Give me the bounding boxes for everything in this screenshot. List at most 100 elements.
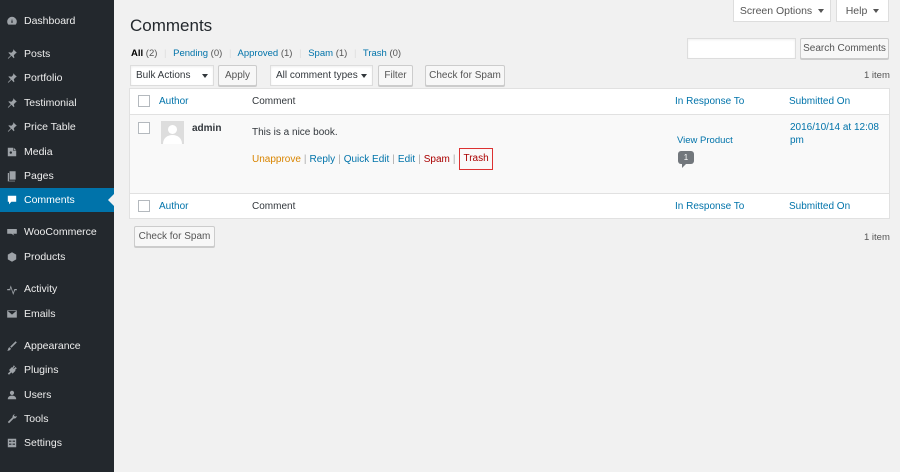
search-comments-button[interactable]: Search Comments [800,38,889,59]
filter-button[interactable]: Filter [378,65,413,86]
items-count: 1 item [864,70,890,81]
edit-link[interactable]: Edit [398,154,415,165]
sidebar-item-media[interactable]: Media [0,140,114,164]
sidebar-item-emails[interactable]: Emails [0,302,114,326]
reply-link[interactable]: Reply [310,154,336,165]
check-for-spam-button-bottom[interactable]: Check for Spam [134,226,215,247]
email-icon [0,308,24,320]
sidebar-item-testimonial[interactable]: Testimonial [0,91,114,115]
pin-icon [0,72,24,84]
submitted-date-link[interactable]: 2016/10/14 at 12:08 pm [790,121,885,147]
screen-options-label: Screen Options [739,4,813,17]
screen-options-button[interactable]: Screen Options [733,0,831,22]
sidebar-item-dashboard[interactable]: Dashboard [0,9,114,33]
filter-trash[interactable]: Trash [363,48,387,59]
sidebar-item-activity[interactable]: Activity [0,277,114,301]
trash-link[interactable]: Trash [459,148,493,170]
comment-count-bubble[interactable]: 1 [678,151,694,168]
column-comment: Comment [252,201,296,212]
pin-icon [0,48,24,60]
bulk-actions-select[interactable]: Bulk Actions [130,65,214,86]
wrench-icon [0,413,24,425]
comment-author-name: admin [192,123,222,134]
chevron-down-icon [873,8,880,13]
help-label: Help [845,4,868,17]
sidebar-item-label: Media [24,146,53,158]
filter-approved[interactable]: Approved [238,48,279,59]
pages-icon [0,170,24,182]
row-checkbox[interactable] [138,122,150,134]
search-input[interactable] [687,38,796,59]
column-in-response-to[interactable]: In Response To [675,201,744,212]
sidebar-item-comments[interactable]: Comments [0,188,114,212]
sidebar-item-woocommerce[interactable]: WooCommerce [0,220,114,244]
filter-separator: | [353,48,357,59]
sidebar-item-tools[interactable]: Tools [0,407,114,431]
comment-type-select[interactable]: All comment types [270,65,373,86]
table-header: Author Comment In Response To Submitted … [130,89,889,115]
sidebar-item-label: Tools [24,413,49,425]
comments-table: Author Comment In Response To Submitted … [129,88,890,219]
avatar [161,121,184,144]
table-footer: Author Comment In Response To Submitted … [130,193,889,219]
sidebar-item-label: Appearance [24,340,81,352]
check-for-spam-button[interactable]: Check for Spam [425,65,505,86]
sidebar-item-portfolio[interactable]: Portfolio [0,66,114,90]
sidebar-item-label: Activity [24,283,58,295]
quick-edit-link[interactable]: Quick Edit [344,154,390,165]
help-button[interactable]: Help [836,0,889,22]
filter-spam[interactable]: Spam [308,48,333,59]
sidebar-item-products[interactable]: Products [0,245,114,269]
comment-row-actions: Unapprove | Reply | Quick Edit | Edit | … [252,148,493,170]
chevron-down-icon [818,8,825,13]
filter-all-count: (2) [145,48,158,59]
unapprove-link[interactable]: Unapprove [252,154,301,165]
sidebar-item-label: Settings [24,437,62,449]
pin-icon [0,121,24,133]
filter-pending[interactable]: Pending [173,48,208,59]
view-product-link[interactable]: View Product [677,135,733,146]
comment-type-value: All comment types [276,70,358,81]
sidebar-item-plugins[interactable]: Plugins [0,358,114,382]
sidebar-item-users[interactable]: Users [0,383,114,407]
filter-approved-count: (1) [280,48,293,59]
brush-icon [0,340,24,352]
sidebar-item-label: Portfolio [24,72,63,84]
admin-sidebar: Dashboard Posts Portfolio Testimonial Pr… [0,0,114,472]
sidebar-item-appearance[interactable]: Appearance [0,334,114,358]
filter-spam-count: (1) [335,48,348,59]
action-separator: | [303,153,307,165]
users-icon [0,389,24,401]
sidebar-item-label: Testimonial [24,97,77,109]
sidebar-item-label: Dashboard [24,15,76,27]
column-author[interactable]: Author [159,201,188,212]
select-all-checkbox[interactable] [138,95,150,107]
sidebar-item-label: Plugins [24,364,59,376]
dashboard-icon [0,15,24,27]
chevron-down-icon [202,74,208,78]
sidebar-item-label: Users [24,389,52,401]
sidebar-item-posts[interactable]: Posts [0,42,114,66]
pin-icon [0,97,24,109]
column-comment: Comment [252,96,296,107]
sidebar-item-settings[interactable]: Settings [0,431,114,455]
page-title: Comments [130,16,213,35]
apply-button[interactable]: Apply [218,65,257,86]
filter-separator: | [299,48,302,59]
filter-all[interactable]: All [131,48,143,59]
select-all-checkbox[interactable] [138,200,150,212]
woocommerce-icon [0,226,24,238]
activity-icon [0,283,24,295]
column-author[interactable]: Author [159,96,188,107]
products-icon [0,251,24,263]
sidebar-item-label: Products [24,251,66,263]
sidebar-item-price-table[interactable]: Price Table [0,115,114,139]
sidebar-item-pages[interactable]: Pages [0,164,114,188]
settings-icon [0,437,24,449]
column-submitted-on[interactable]: Submitted On [789,201,850,212]
filter-separator: | [164,48,167,59]
action-separator: | [392,153,395,165]
spam-link[interactable]: Spam [424,154,450,165]
column-in-response-to[interactable]: In Response To [675,96,744,107]
column-submitted-on[interactable]: Submitted On [789,96,850,107]
